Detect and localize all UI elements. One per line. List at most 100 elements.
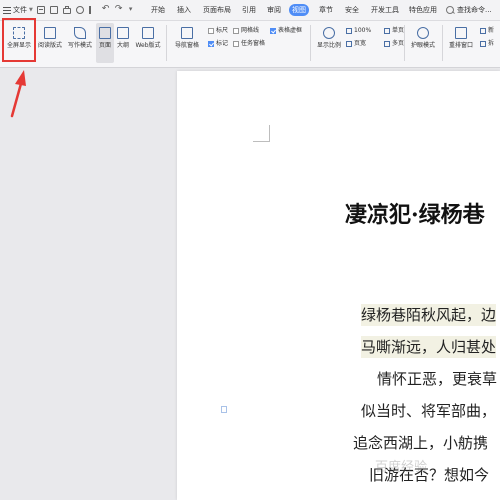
multi-page-label: 多页 bbox=[392, 40, 405, 47]
navigation-pane-label: 导航窗格 bbox=[174, 42, 199, 49]
reading-layout-button[interactable]: 阅读版式 bbox=[36, 23, 64, 63]
outline-icon bbox=[117, 27, 129, 39]
tab-references[interactable]: 引用 bbox=[239, 4, 259, 16]
new-window-button[interactable]: 新 bbox=[480, 27, 494, 35]
single-page-icon bbox=[384, 28, 390, 34]
zoom-100-button[interactable]: 100% bbox=[346, 27, 371, 35]
checkbox-icon bbox=[208, 28, 214, 34]
gridlines-checkbox[interactable]: 网格线 bbox=[233, 27, 259, 35]
new-window-label: 新 bbox=[488, 27, 495, 34]
display-ratio-label: 显示比例 bbox=[316, 42, 341, 49]
eye-protection-button[interactable]: 护眼模式 bbox=[407, 23, 439, 63]
search-icon[interactable] bbox=[446, 6, 454, 14]
redo-icon[interactable] bbox=[115, 0, 123, 19]
fullscreen-button[interactable]: 全屏显示 bbox=[4, 23, 34, 63]
document-title: 凄凉犯·绿杨巷 bbox=[345, 202, 485, 228]
save-icon[interactable] bbox=[36, 6, 45, 14]
divider bbox=[442, 25, 443, 61]
page-view-label: 页面 bbox=[98, 42, 111, 49]
table-gridlines-checkbox[interactable]: 表格虚框 bbox=[270, 27, 302, 35]
ruler-label: 标尺 bbox=[216, 27, 229, 34]
task-pane-checkbox[interactable]: 任务窗格 bbox=[233, 40, 265, 48]
page-view-button[interactable]: 页面 bbox=[96, 23, 114, 63]
poem-line-5: 追念西湖上，小舫携 bbox=[353, 434, 489, 452]
tab-page-layout[interactable]: 页面布局 bbox=[200, 4, 234, 16]
split-window-label: 拆 bbox=[488, 40, 495, 47]
view-ribbon: 全屏显示 阅读版式 写作模式 页面 大纲 Web版式 导航窗格 标尺 网格线 表… bbox=[0, 21, 500, 68]
margin-corner-marker bbox=[253, 125, 270, 142]
writing-mode-label: 写作模式 bbox=[67, 42, 92, 49]
tab-developer[interactable]: 开发工具 bbox=[368, 4, 402, 16]
single-page-label: 单页 bbox=[392, 27, 405, 34]
export-pdf-icon[interactable] bbox=[49, 6, 58, 14]
divider bbox=[166, 25, 167, 61]
gridlines-label: 网格线 bbox=[241, 27, 260, 34]
tab-security[interactable]: 安全 bbox=[342, 4, 362, 16]
eye-icon bbox=[417, 27, 429, 39]
markup-label: 标记 bbox=[216, 40, 229, 47]
more-icon[interactable] bbox=[128, 0, 136, 19]
tab-view[interactable]: 视图 bbox=[289, 4, 309, 16]
writing-mode-button[interactable]: 写作模式 bbox=[66, 23, 94, 63]
page-width-button[interactable]: 页宽 bbox=[346, 40, 366, 48]
single-page-button[interactable]: 单页 bbox=[384, 27, 404, 35]
poem-line-2: 马嘶渐远，人归甚处 bbox=[361, 336, 497, 358]
format-painter-icon[interactable] bbox=[88, 6, 97, 14]
nav-pane-icon bbox=[181, 27, 193, 39]
display-ratio-button[interactable]: 显示比例 bbox=[313, 23, 345, 63]
web-layout-label: Web版式 bbox=[135, 42, 161, 49]
page-width-icon bbox=[346, 41, 352, 47]
undo-icon[interactable] bbox=[102, 0, 110, 19]
navigation-pane-button[interactable]: 导航窗格 bbox=[170, 23, 204, 63]
outline-button[interactable]: 大纲 bbox=[115, 23, 131, 63]
tab-special-apps[interactable]: 特色应用 bbox=[406, 4, 440, 16]
markup-checkbox[interactable]: 标记 bbox=[208, 40, 228, 48]
checked-checkbox-icon bbox=[270, 28, 276, 34]
menu-bar: 文件 ▼ 开始 插入 页面布局 引用 审阅 视图 章节 安全 开发工具 特色应用… bbox=[0, 0, 500, 21]
menu-icon[interactable] bbox=[3, 6, 11, 14]
task-pane-label: 任务窗格 bbox=[241, 40, 266, 47]
table-gridlines-label: 表格虚框 bbox=[278, 27, 303, 34]
chevron-down-icon[interactable]: ▼ bbox=[29, 0, 33, 20]
divider bbox=[310, 25, 311, 61]
rearrange-window-label: 重排窗口 bbox=[448, 42, 473, 49]
quick-access-toolbar: 文件 ▼ bbox=[3, 0, 141, 20]
poem-line-4: 似当时、将军部曲， bbox=[361, 402, 497, 420]
split-window-button[interactable]: 拆 bbox=[480, 40, 494, 48]
zoom-percent-label: 100% bbox=[354, 27, 372, 34]
web-layout-button[interactable]: Web版式 bbox=[133, 23, 163, 63]
tab-home[interactable]: 开始 bbox=[148, 4, 168, 16]
windows-icon bbox=[455, 27, 467, 39]
file-menu[interactable]: 文件 bbox=[13, 0, 27, 20]
multi-page-icon bbox=[384, 41, 390, 47]
reading-layout-label: 阅读版式 bbox=[37, 42, 62, 49]
tab-review[interactable]: 审阅 bbox=[264, 4, 284, 16]
document-page[interactable]: 凄凉犯·绿杨巷 绿杨巷陌秋风起，边 马嘶渐远，人归甚处 情怀正恶，更衰草 似当时… bbox=[177, 71, 500, 500]
zoom-100-icon bbox=[346, 28, 352, 34]
watermark: 百度经验 bbox=[375, 460, 428, 475]
print-icon[interactable] bbox=[62, 5, 71, 14]
pen-icon bbox=[74, 27, 86, 39]
page-width-label: 页宽 bbox=[354, 40, 367, 47]
poem-line-3: 情怀正恶，更衰草 bbox=[377, 370, 498, 388]
paragraph-mark-icon bbox=[221, 406, 227, 413]
new-window-icon bbox=[480, 28, 486, 34]
web-icon bbox=[142, 27, 154, 39]
outline-label: 大纲 bbox=[116, 42, 129, 49]
poem-line-1: 绿杨巷陌秋风起，边 bbox=[361, 304, 497, 326]
ruler-checkbox[interactable]: 标尺 bbox=[208, 27, 228, 35]
split-window-icon bbox=[480, 41, 486, 47]
multi-page-button[interactable]: 多页 bbox=[384, 40, 404, 48]
checkbox-icon bbox=[233, 41, 239, 47]
page-icon bbox=[99, 27, 111, 39]
zoom-icon bbox=[323, 27, 335, 39]
checked-checkbox-icon bbox=[208, 41, 214, 47]
print-preview-icon[interactable] bbox=[75, 6, 84, 14]
eye-protection-label: 护眼模式 bbox=[410, 42, 435, 49]
tab-insert[interactable]: 插入 bbox=[174, 4, 194, 16]
fullscreen-icon bbox=[13, 27, 25, 39]
command-search[interactable]: 查找命令... bbox=[454, 4, 495, 16]
tab-chapter[interactable]: 章节 bbox=[316, 4, 336, 16]
rearrange-window-button[interactable]: 重排窗口 bbox=[445, 23, 477, 63]
checkbox-icon bbox=[233, 28, 239, 34]
